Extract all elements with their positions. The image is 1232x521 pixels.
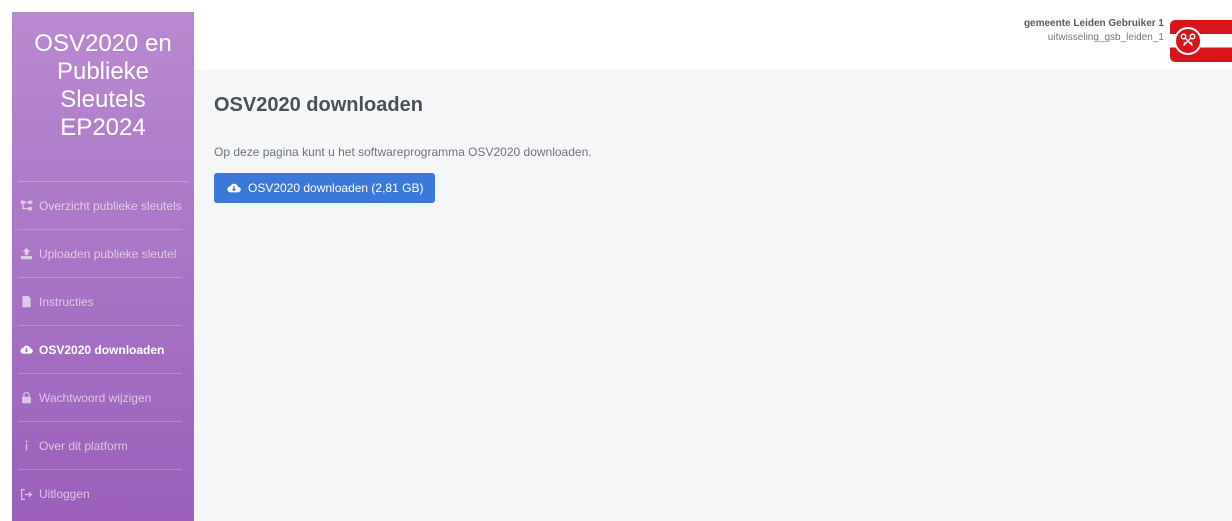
sidebar-item-label: Over dit platform [39,438,128,453]
download-osv2020-button[interactable]: OSV2020 downloaden (2,81 GB) [214,173,436,203]
sidebar-item-uploaden-publieke-sleutel[interactable]: Uploaden publieke sleutel [18,230,182,278]
sidebar-item-label: OSV2020 downloaden [39,342,165,357]
sidebar-item-label: Uploaden publieke sleutel [39,246,177,261]
document-icon [18,295,34,309]
sidebar: OSV2020 en Publieke Sleutels EP2024 Over… [12,12,194,521]
sitemap-icon [18,199,34,213]
app-title: OSV2020 en Publieke Sleutels EP2024 [18,12,188,182]
sidebar-item-label: Instructies [39,294,94,309]
user-account: uitwisseling_gsb_leiden_1 [1047,32,1164,43]
sidebar-item-osv2020-downloaden[interactable]: OSV2020 downloaden [18,326,182,374]
sidebar-item-instructies[interactable]: Instructies [18,278,182,326]
cloud-download-icon [227,183,241,193]
sidebar-item-over-dit-platform[interactable]: Over dit platform [18,422,182,470]
user-info[interactable]: gemeente Leiden Gebruiker 1 uitwisseling… [1024,17,1164,45]
sidebar-item-label: Uitloggen [39,487,90,501]
page-description: Op deze pagina kunt u het softwareprogra… [214,145,592,159]
upload-icon [18,247,34,261]
main-content: OSV2020 downloaden Op deze pagina kunt u… [194,70,1232,521]
cloud-download-icon [18,343,34,357]
top-bar: gemeente Leiden Gebruiker 1 uitwisseling… [194,0,1232,70]
logout-icon [18,487,34,501]
sidebar-item-label: Overzicht publieke sleutels [39,198,182,213]
info-icon [18,439,34,453]
sidebar-item-wachtwoord-wijzigen[interactable]: Wachtwoord wijzigen [18,374,182,422]
user-name: gemeente Leiden Gebruiker 1 [1023,18,1164,29]
sidebar-item-label: Wachtwoord wijzigen [39,390,152,405]
download-button-label: OSV2020 downloaden (2,81 GB) [248,181,424,195]
sidebar-item-uitloggen[interactable]: Uitloggen [18,470,182,518]
municipality-flag [1170,20,1232,62]
sidebar-nav: Overzicht publieke sleutels Uploaden pub… [12,182,194,518]
crossed-keys-icon [1174,27,1202,55]
page-title: OSV2020 downloaden [214,94,423,116]
sidebar-item-overzicht-publieke-sleutels[interactable]: Overzicht publieke sleutels [18,182,182,230]
lock-icon [18,391,34,405]
